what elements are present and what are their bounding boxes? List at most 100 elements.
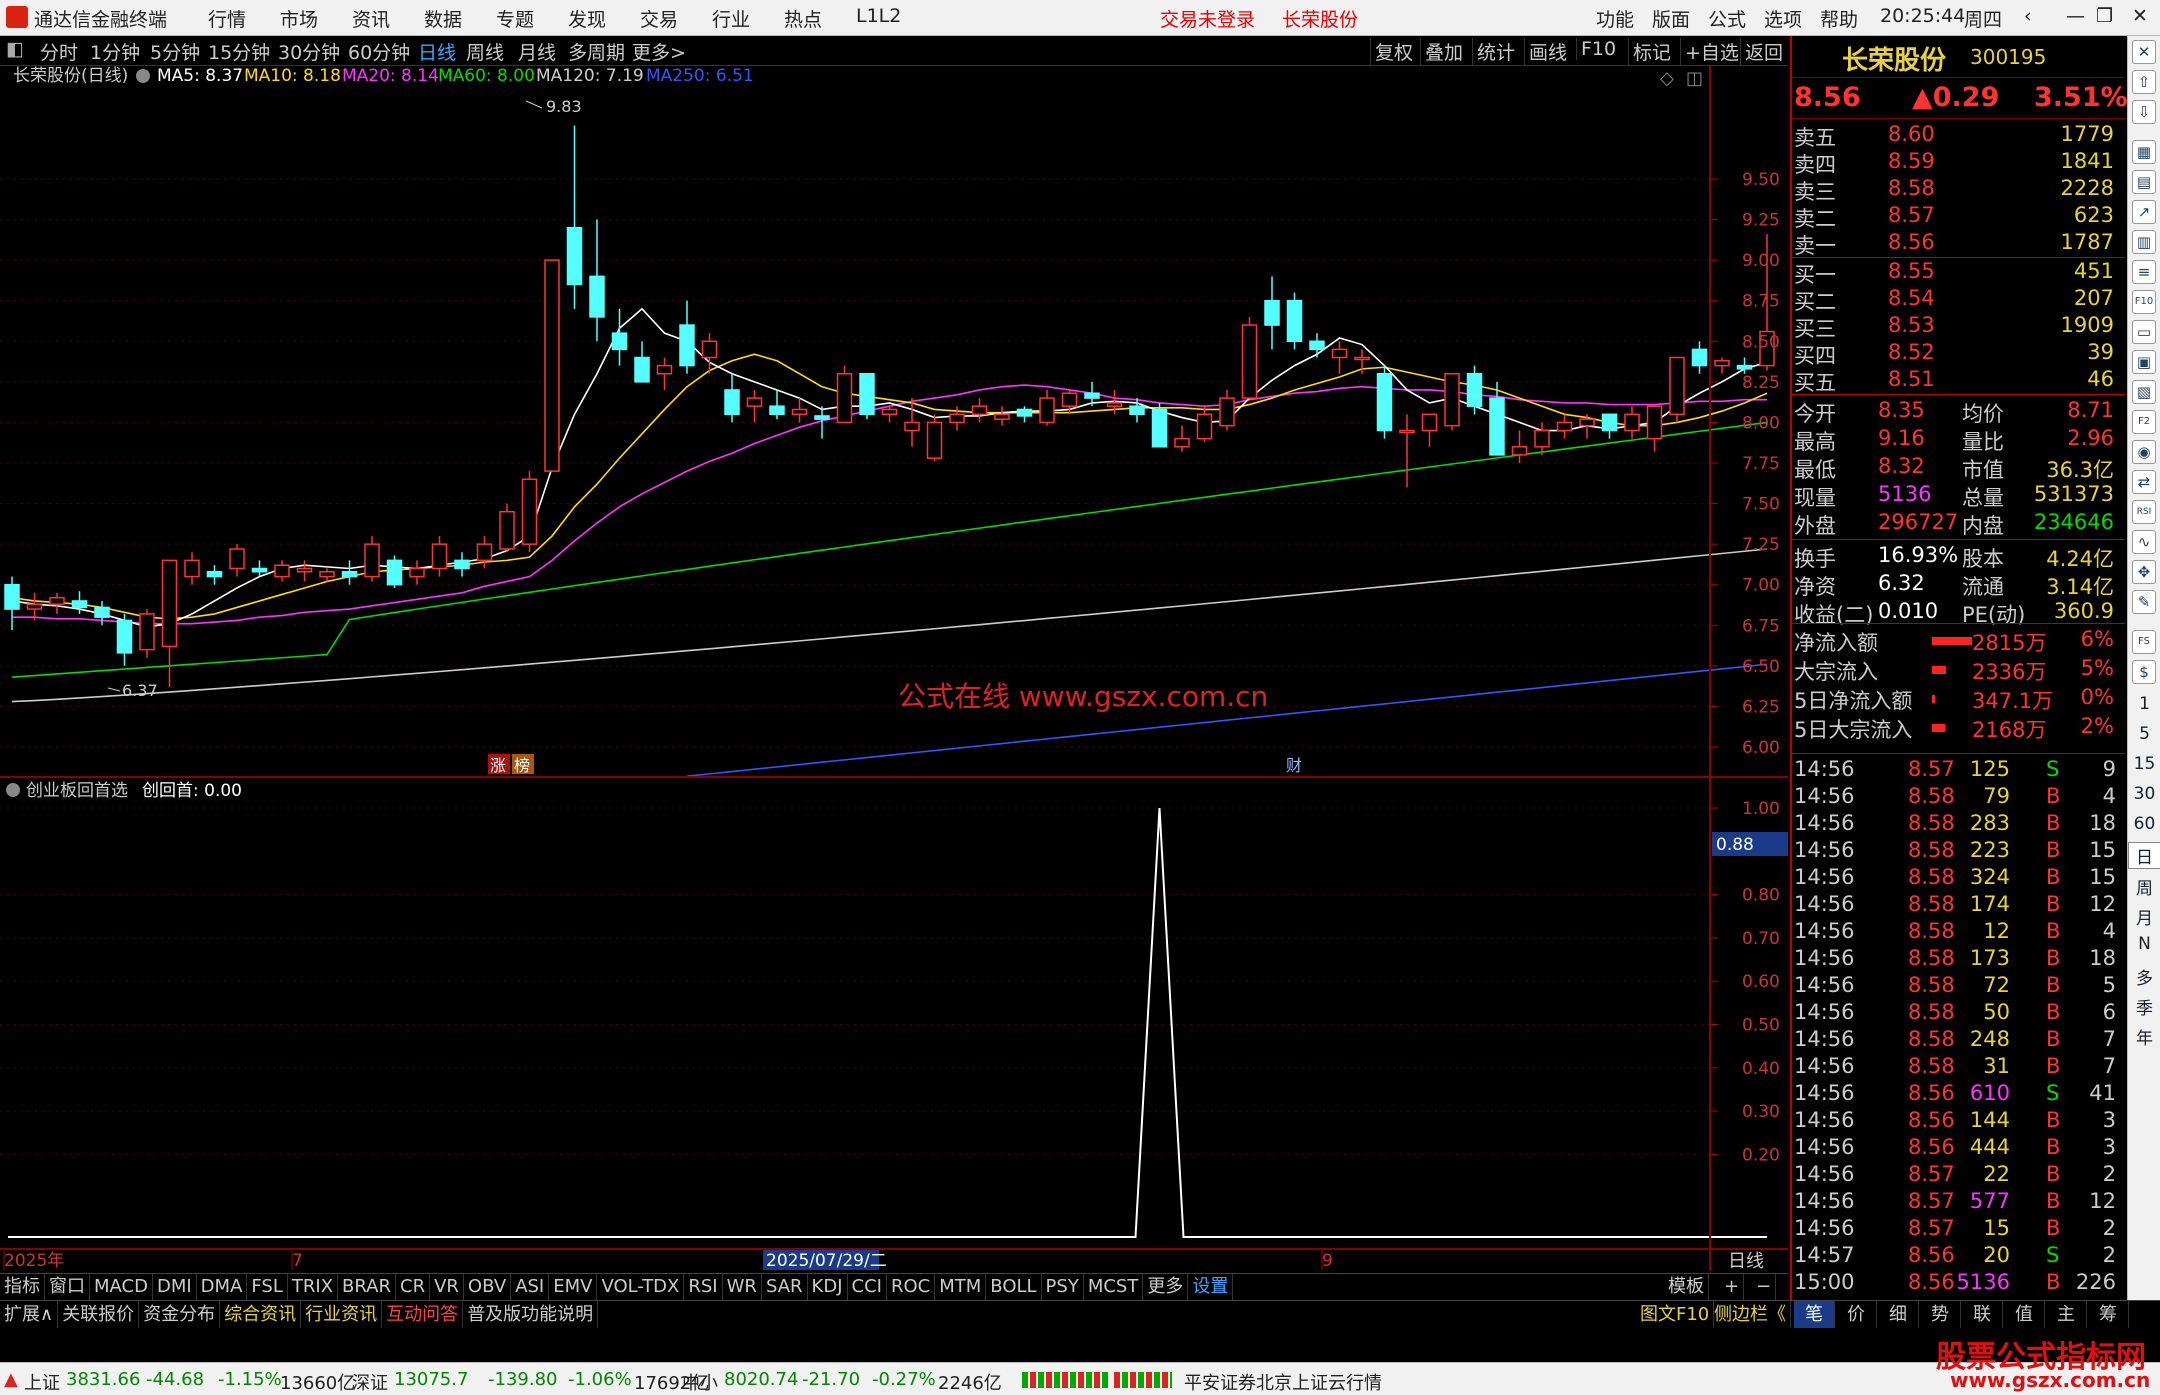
tab-30min[interactable]: 30分钟 — [278, 38, 340, 65]
period-60min[interactable]: 60 — [2128, 814, 2160, 834]
sh-name[interactable]: 上证 — [24, 1369, 60, 1395]
event-marker-cai[interactable]: 财 — [1286, 756, 1302, 775]
maximize-icon[interactable]: ❐ — [2096, 5, 2113, 27]
tab-emv[interactable]: EMV — [549, 1274, 598, 1300]
tab-guanlian[interactable]: 关联报价 — [58, 1301, 140, 1328]
btn-huaxian[interactable]: 画线 — [1524, 38, 1567, 65]
search-circle-icon[interactable]: ◉ — [2132, 440, 2156, 464]
period-year[interactable]: 年 — [2128, 1024, 2160, 1049]
tab-puji[interactable]: 普及版功能说明 — [463, 1301, 599, 1328]
tab-gengduo[interactable]: 更多 — [1143, 1274, 1189, 1300]
btn-tongji[interactable]: 统计 — [1472, 38, 1515, 65]
dollar-icon[interactable]: $ — [2132, 660, 2156, 684]
menu-zhuanti[interactable]: 专题 — [496, 5, 534, 32]
period-month[interactable]: 月 — [2128, 904, 2160, 929]
menu-gongshi[interactable]: 公式 — [1708, 5, 1746, 32]
btn-add-watchlist[interactable]: +自选 — [1680, 38, 1739, 65]
tab-fsl[interactable]: FSL — [247, 1274, 288, 1300]
tab-jia[interactable]: 价 — [1836, 1301, 1877, 1328]
pen-icon[interactable]: ✎ — [2132, 590, 2156, 614]
tab-roc[interactable]: ROC — [887, 1274, 936, 1300]
btn-return[interactable]: 返回 — [1740, 38, 1783, 65]
tab-lian[interactable]: 联 — [1962, 1301, 2003, 1328]
list-icon[interactable]: ≡ — [2132, 260, 2156, 284]
menu-shichang[interactable]: 市场 — [280, 5, 318, 32]
tab-chou[interactable]: 筹 — [2088, 1301, 2129, 1328]
tab-kuozhan[interactable]: 扩展∧ — [0, 1301, 59, 1328]
tab-cr[interactable]: CR — [396, 1274, 431, 1300]
tab-asi[interactable]: ASI — [511, 1274, 550, 1300]
grid-icon[interactable]: ▦ — [2132, 140, 2156, 164]
event-marker-bang[interactable]: 榜 — [514, 756, 530, 775]
sz-name[interactable]: 深证 — [352, 1369, 388, 1395]
tab-zijin[interactable]: 资金分布 — [139, 1301, 221, 1328]
indicator-settings-icon[interactable] — [6, 783, 20, 797]
layout-icon[interactable]: ▣ — [2132, 350, 2156, 374]
period-day[interactable]: 日 — [2128, 842, 2160, 869]
tab-weekly[interactable]: 周线 — [466, 38, 504, 65]
chart-box-icon[interactable]: ▧ — [2132, 380, 2156, 404]
move-icon[interactable]: ✥ — [2132, 560, 2156, 584]
btn-tuwen-f10[interactable]: 图文F10 — [1636, 1301, 1715, 1328]
tab-vr[interactable]: VR — [430, 1274, 464, 1300]
tab-zhi[interactable]: 值 — [2004, 1301, 2045, 1328]
btn-remove-pane[interactable]: − — [1752, 1274, 1777, 1300]
btn-sidebar[interactable]: 侧边栏《 — [1710, 1301, 1791, 1328]
tab-mtm[interactable]: MTM — [935, 1274, 987, 1300]
tab-fenshi[interactable]: 分时 — [40, 38, 78, 65]
tab-shi[interactable]: 势 — [1920, 1301, 1961, 1328]
menu-redian[interactable]: 热点 — [784, 5, 822, 32]
period-15min[interactable]: 15 — [2128, 754, 2160, 774]
tab-15min[interactable]: 15分钟 — [208, 38, 270, 65]
window-icon[interactable]: ▭ — [2132, 320, 2156, 344]
arrow-up-icon[interactable]: ⇧ — [2132, 70, 2156, 94]
menu-shuju[interactable]: 数据 — [424, 5, 462, 32]
period-1min[interactable]: 1 — [2128, 694, 2160, 714]
menu-xuanxiang[interactable]: 选项 — [1764, 5, 1802, 32]
login-status[interactable]: 交易未登录 — [1160, 5, 1255, 32]
menu-hangye[interactable]: 行业 — [712, 5, 750, 32]
tab-dmi[interactable]: DMI — [153, 1274, 197, 1300]
event-marker-zhang[interactable]: 涨 — [490, 756, 506, 775]
tab-hangye-zixun[interactable]: 行业资讯 — [301, 1301, 383, 1328]
tab-mcst[interactable]: MCST — [1084, 1274, 1144, 1300]
f10-icon[interactable]: F10 — [2132, 290, 2156, 314]
tab-bi[interactable]: 笔 — [1794, 1301, 1835, 1328]
btn-f10[interactable]: F10 — [1576, 38, 1616, 60]
tab-zhibiao[interactable]: 指标 — [0, 1274, 45, 1300]
zx-name[interactable]: 中小 — [682, 1369, 718, 1395]
period-multi[interactable]: 多 — [2128, 964, 2160, 989]
btn-add-pane[interactable]: + — [1720, 1274, 1745, 1300]
fs-icon[interactable]: FS — [2132, 630, 2156, 654]
period-n[interactable]: N — [2128, 934, 2160, 954]
menu-hangqing[interactable]: 行情 — [208, 5, 246, 32]
f2-icon[interactable]: F2 — [2132, 410, 2156, 434]
chart-diamond-icon[interactable]: ◇ — [1660, 68, 1674, 89]
period-week[interactable]: 周 — [2128, 874, 2160, 899]
tab-cci[interactable]: CCI — [848, 1274, 887, 1300]
chart-expand-icon[interactable]: ◫ — [1686, 68, 1703, 89]
menu-l1l2[interactable]: L1L2 — [856, 5, 901, 27]
period-quarter[interactable]: 季 — [2128, 994, 2160, 1019]
menu-faxian[interactable]: 发现 — [568, 5, 606, 32]
xaxis-period[interactable]: 日线 — [1728, 1251, 1764, 1271]
btn-fuquan[interactable]: 复权 — [1370, 38, 1413, 65]
wave-icon[interactable]: ∿ — [2132, 530, 2156, 554]
tab-more[interactable]: 更多> — [632, 38, 686, 65]
tab-monthly[interactable]: 月线 — [518, 38, 556, 65]
tab-shezhi[interactable]: 设置 — [1188, 1274, 1234, 1300]
line-chart-icon[interactable]: ↗ — [2132, 200, 2156, 224]
menu-bangzhu[interactable]: 帮助 — [1820, 5, 1858, 32]
tab-hudong[interactable]: 互动问答 — [382, 1301, 464, 1328]
tab-vol-tdx[interactable]: VOL-TDX — [597, 1274, 685, 1300]
tab-60min[interactable]: 60分钟 — [348, 38, 410, 65]
tab-5min[interactable]: 5分钟 — [150, 38, 200, 65]
period-30min[interactable]: 30 — [2128, 784, 2160, 804]
kline-icon[interactable]: ▥ — [2132, 230, 2156, 254]
tab-xi[interactable]: 细 — [1878, 1301, 1919, 1328]
tab-1min[interactable]: 1分钟 — [90, 38, 140, 65]
tab-wr[interactable]: WR — [723, 1274, 762, 1300]
period-5min[interactable]: 5 — [2128, 724, 2160, 744]
arrow-down-icon[interactable]: ⇩ — [2132, 100, 2156, 124]
chart-settings-icon[interactable] — [136, 69, 150, 83]
